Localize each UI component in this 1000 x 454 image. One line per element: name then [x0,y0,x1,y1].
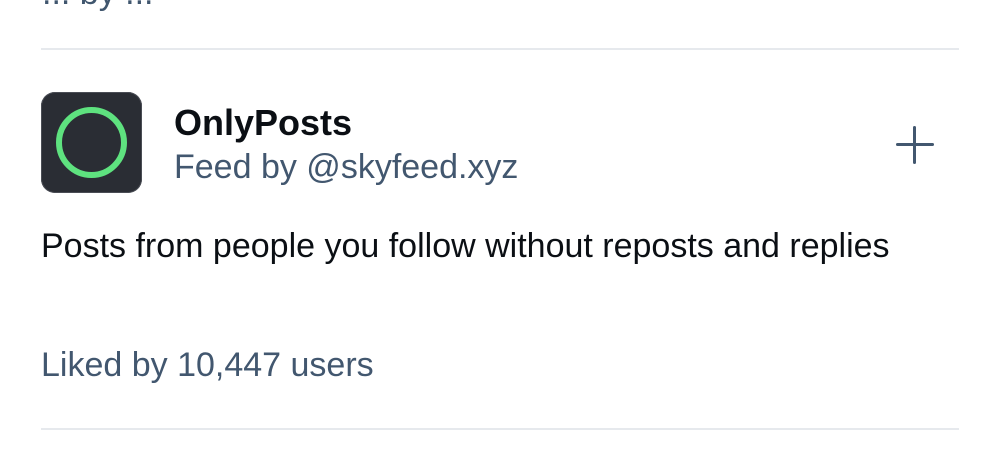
feed-avatar [41,92,142,193]
ring-logo-icon [56,107,127,178]
add-feed-button[interactable] [892,122,938,168]
feed-card[interactable]: OnlyPosts Feed by @skyfeed.xyz Posts fro… [41,50,959,428]
feed-likes-count: Liked by 10,447 users [41,346,374,384]
plus-icon-vertical [913,126,916,164]
feed-author: Feed by @skyfeed.xyz [174,148,519,186]
feed-name: OnlyPosts [174,102,353,143]
feed-list: ... by ... OnlyPosts Feed by @skyfeed.xy… [0,0,1000,454]
feed-description: Posts from people you follow without rep… [41,227,890,265]
previous-item-clipped-text: ... by ... [42,0,153,13]
divider-bottom [41,428,959,430]
